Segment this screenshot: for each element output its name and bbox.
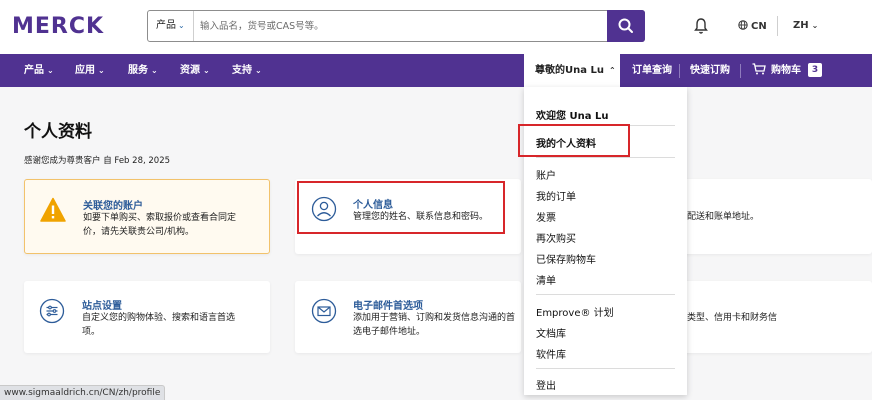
merck-logo[interactable]: MERCK	[12, 14, 104, 39]
card-description: 自定义您的购物体验、搜索和语言首选 项。	[82, 311, 235, 339]
dropdown-item-buy-again[interactable]: 再次购买	[536, 230, 576, 245]
header-divider	[777, 16, 778, 36]
cart-link[interactable]: 购物车 3	[752, 54, 822, 87]
dropdown-item-logout[interactable]: 登出	[536, 377, 556, 392]
dropdown-item-emprove[interactable]: Emprove® 计划	[536, 304, 614, 319]
main-nav: 产品 ⌄ 应用 ⌄ 服务 ⌄ 资源 ⌄ 支持 ⌄ 订单查询 快速订购 购物车 3	[0, 54, 872, 87]
sliders-icon	[39, 298, 65, 324]
dropdown-divider	[536, 368, 675, 369]
mail-icon	[311, 298, 337, 324]
dropdown-divider	[536, 157, 675, 158]
search-input[interactable]	[200, 11, 600, 41]
chevron-down-icon: ⌄	[203, 66, 210, 75]
country-label: CN	[751, 21, 767, 32]
card-description: 添加用于营销、订购和发货信息沟通的首 选电子邮件地址。	[353, 311, 515, 339]
chevron-down-icon: ⌄	[255, 66, 262, 75]
nav-item-applications[interactable]: 应用 ⌄	[75, 54, 105, 87]
nav-item-label: 应用	[75, 65, 95, 76]
dropdown-item-account[interactable]: 账户	[536, 167, 556, 182]
country-selector[interactable]: CN	[738, 20, 767, 32]
nav-item-products[interactable]: 产品 ⌄	[24, 54, 54, 87]
email-preferences-card[interactable]: 电子邮件首选项 添加用于营销、订购和发货信息沟通的首 选电子邮件地址。	[295, 281, 521, 353]
dropdown-item-my-orders[interactable]: 我的订单	[536, 188, 576, 203]
nav-item-resources[interactable]: 资源 ⌄	[180, 54, 210, 87]
card-description-line: 自定义您的购物体验、搜索和语言首选	[82, 313, 236, 323]
link-account-card[interactable]: 关联您的账户 如要下单购买、索取报价或查看合同定 价，请先关联贵公司/机构。	[24, 179, 270, 254]
status-bar-url: www.sigmaaldrich.cn/CN/zh/profile	[0, 385, 166, 400]
payment-card[interactable]: 类型、信用卡和财务信	[660, 281, 872, 353]
dropdown-item-document-library[interactable]: 文档库	[536, 325, 566, 340]
dropdown-divider	[536, 294, 675, 295]
site-settings-card[interactable]: 站点设置 自定义您的购物体验、搜索和语言首选 项。	[24, 281, 270, 353]
card-title[interactable]: 站点设置	[82, 297, 122, 312]
highlight-box	[518, 124, 630, 157]
language-label: ZH	[793, 20, 809, 31]
card-description-line: 选电子邮件地址。	[353, 327, 426, 337]
nav-item-support[interactable]: 支持 ⌄	[232, 54, 262, 87]
top-header: MERCK 产品⌄ CN ZH⌄	[0, 0, 872, 54]
search-bar: 产品 ⌄	[147, 10, 645, 42]
language-selector[interactable]: ZH ⌄	[793, 20, 818, 31]
nav-item-label: 服务	[128, 65, 148, 76]
chevron-down-icon: ⌄	[98, 66, 105, 75]
dropdown-item-saved-carts[interactable]: 已保存购物车	[536, 251, 596, 266]
chevron-down-icon: ⌄	[178, 21, 185, 30]
search-icon	[618, 18, 633, 33]
quick-order-link[interactable]: 快速订购	[690, 54, 730, 87]
nav-item-label: 支持	[232, 65, 252, 76]
order-lookup-link[interactable]: 订单查询	[632, 54, 672, 87]
card-description-line: 价，请先关联贵公司/机构。	[83, 227, 195, 237]
card-title[interactable]: 电子邮件首选项	[353, 297, 423, 312]
chevron-down-icon: ⌄	[47, 66, 54, 75]
card-description-line: 项。	[82, 327, 101, 337]
nav-divider	[740, 64, 741, 78]
chevron-up-icon: ⌃	[608, 66, 616, 75]
dropdown-item-software-library[interactable]: 软件库	[536, 346, 566, 361]
nav-item-services[interactable]: 服务 ⌄	[128, 54, 158, 87]
chevron-down-icon: ⌄	[811, 21, 819, 30]
nav-item-label: 产品	[24, 65, 44, 76]
nav-divider	[679, 64, 680, 78]
dropdown-greeting: 欢迎您 Una Lu	[536, 111, 609, 122]
highlight-box	[297, 181, 505, 234]
globe-icon	[738, 20, 748, 30]
chevron-down-icon: ⌄	[151, 66, 158, 75]
dropdown-item-invoices[interactable]: 发票	[536, 209, 556, 224]
address-card[interactable]: 配送和账单地址。	[660, 179, 872, 254]
cart-icon	[752, 63, 766, 75]
member-since-text: 感谢您成为尊贵客户 自 Feb 28, 2025	[24, 156, 171, 166]
page-title: 个人资料	[24, 122, 92, 142]
user-menu-label: 尊敬的Una Lu	[535, 65, 604, 76]
search-category-label: 产品	[156, 20, 176, 31]
search-button[interactable]	[607, 10, 645, 42]
search-category-select[interactable]: 产品 ⌄	[148, 11, 194, 41]
bell-icon[interactable]	[693, 17, 709, 35]
card-title[interactable]: 关联您的账户	[83, 197, 143, 212]
warning-icon	[40, 197, 66, 222]
card-description-line: 添加用于营销、订购和发货信息沟通的首	[353, 313, 516, 323]
card-description: 配送和账单地址。	[687, 212, 760, 222]
nav-item-label: 资源	[180, 65, 200, 76]
cart-count-badge: 3	[808, 63, 822, 77]
card-description-line: 如要下单购买、索取报价或查看合同定	[83, 213, 237, 223]
card-description: 类型、信用卡和财务信	[687, 313, 778, 323]
user-menu-button[interactable]: 尊敬的Una Lu ⌃	[524, 54, 620, 87]
cart-label: 购物车	[771, 65, 801, 76]
dropdown-item-lists[interactable]: 清单	[536, 272, 556, 287]
card-description: 如要下单购买、索取报价或查看合同定 价，请先关联贵公司/机构。	[83, 211, 236, 239]
